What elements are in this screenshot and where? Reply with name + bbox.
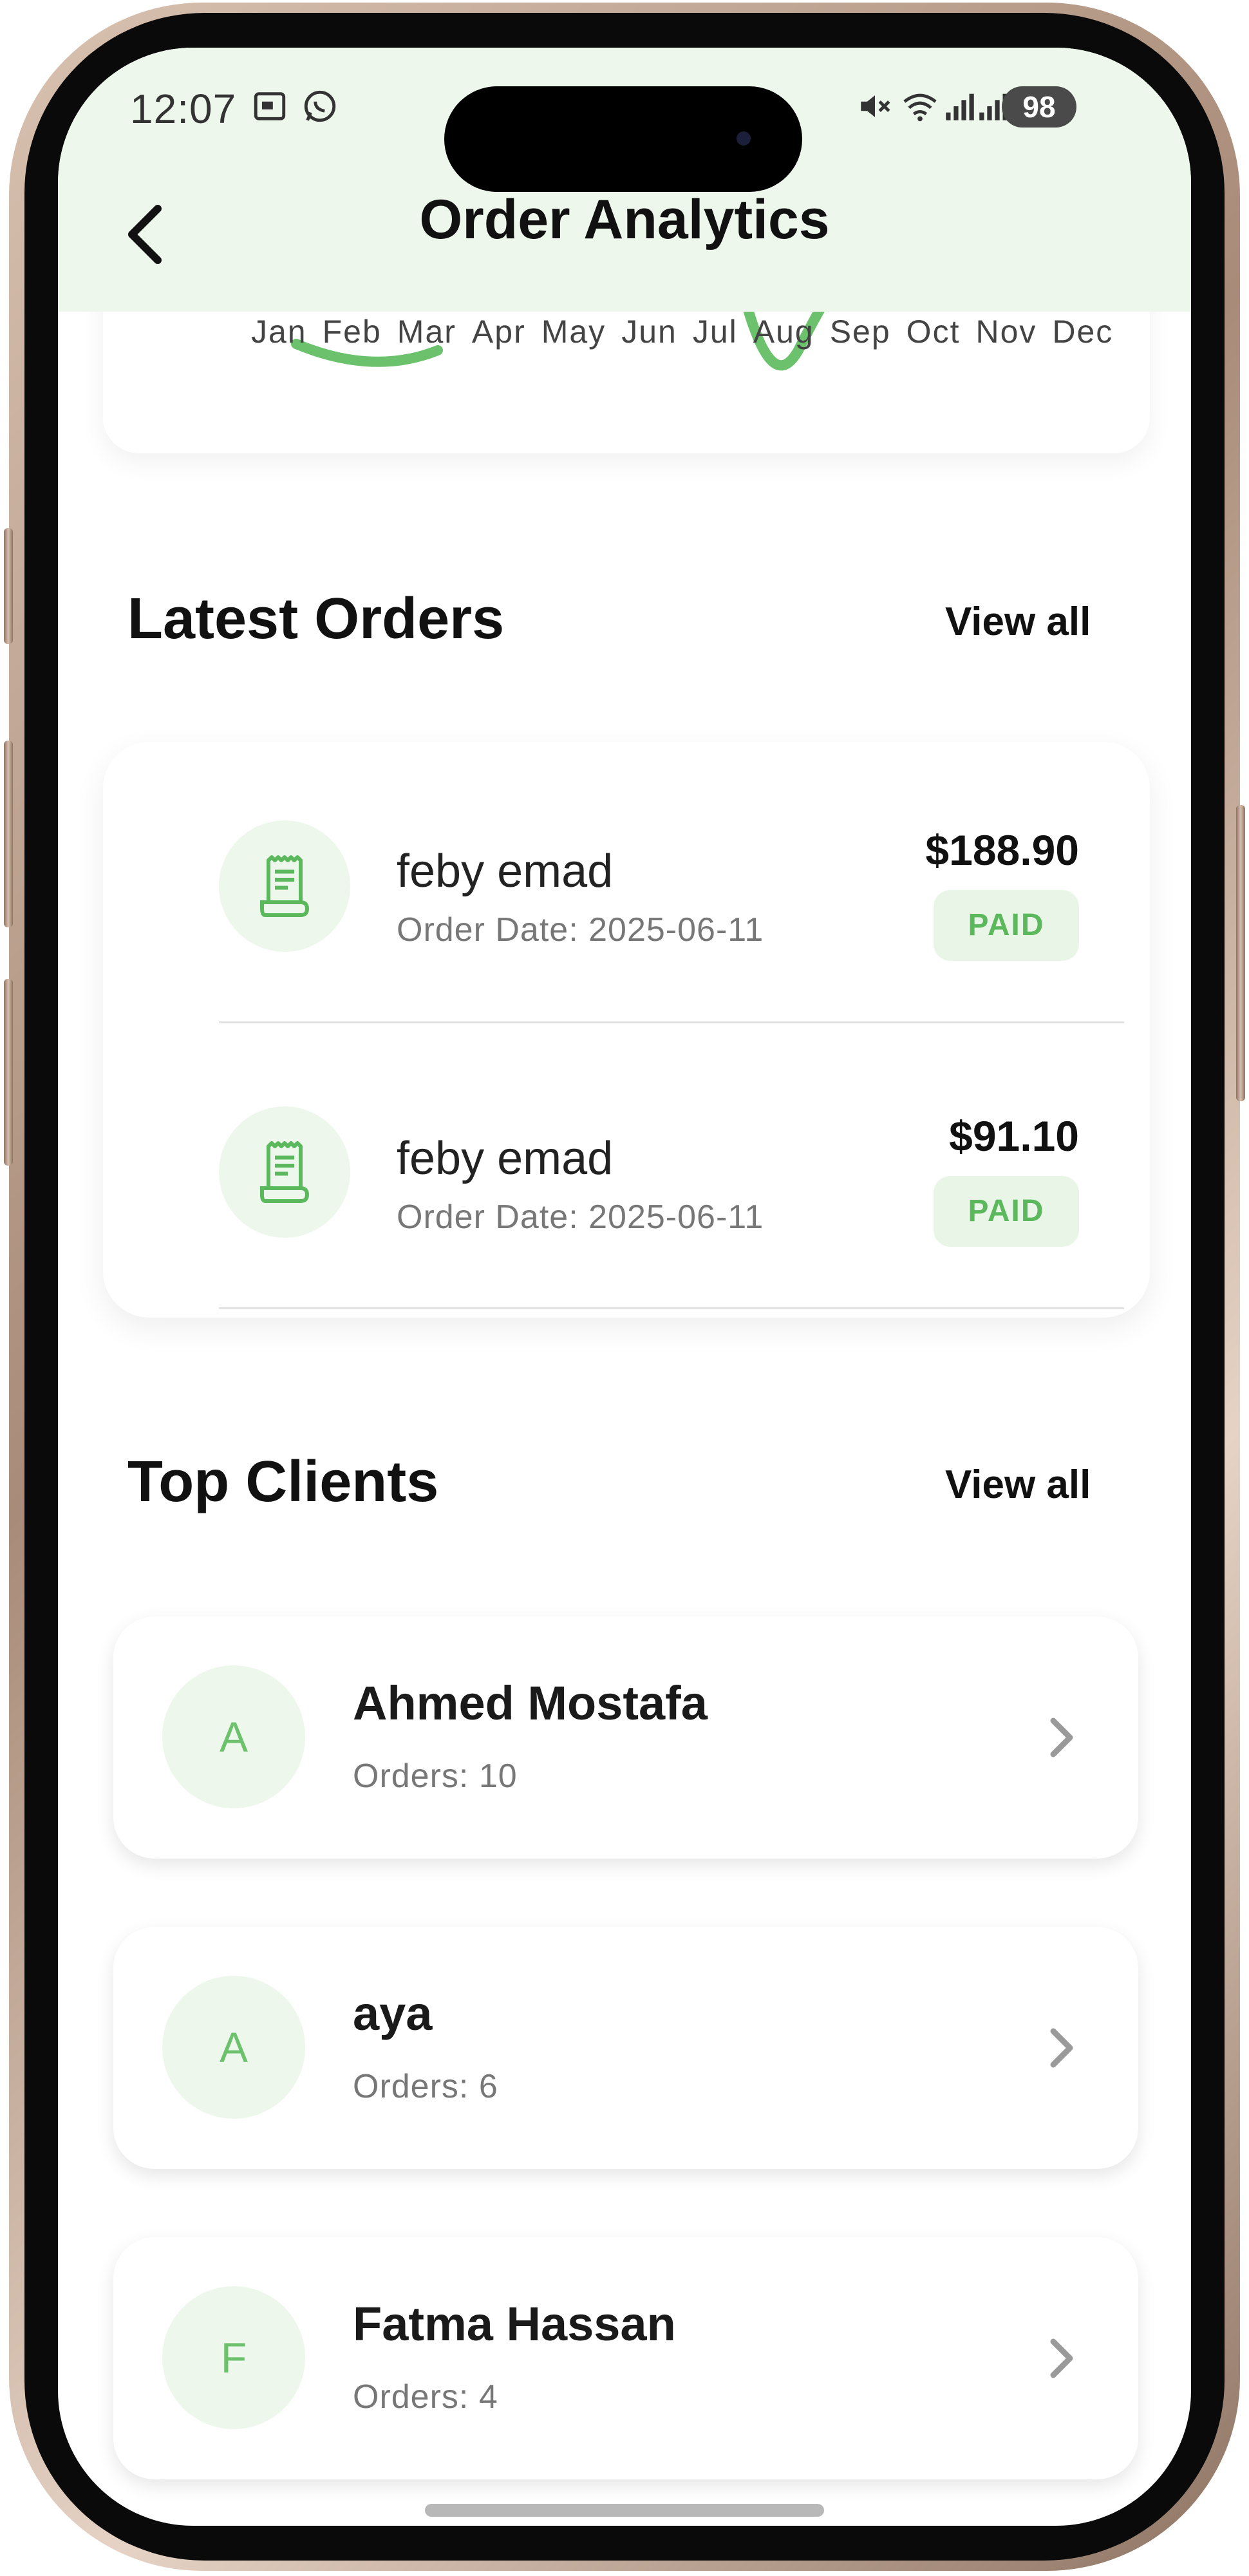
app-screen: Jan Feb Mar Apr May Jun Jul Aug Sep Oct …	[58, 48, 1191, 2526]
whatsapp-icon	[304, 90, 336, 122]
client-order-count: Orders: 6	[353, 2068, 498, 2105]
month-label: Aug	[753, 314, 814, 350]
order-customer-name: feby emad	[397, 846, 614, 897]
month-label: Sep	[829, 314, 891, 350]
divider	[219, 1307, 1124, 1309]
order-date: Order Date: 2025-06-11	[397, 911, 764, 949]
avatar: A	[162, 1665, 305, 1808]
status-badge: PAID	[934, 890, 1079, 961]
latest-orders-view-all-link[interactable]: View all	[945, 599, 1091, 645]
client-order-count: Orders: 10	[353, 1757, 518, 1795]
camera-dot	[737, 131, 751, 146]
order-row[interactable]: feby emad Order Date: 2025-06-11 $91.10 …	[103, 1029, 1150, 1312]
power-button	[1236, 805, 1245, 1101]
order-amount: $188.90	[925, 826, 1079, 874]
month-label: Apr	[471, 314, 526, 350]
client-card[interactable]: F Fatma Hassan Orders: 4	[113, 2237, 1138, 2479]
client-name: Fatma Hassan	[353, 2297, 676, 2351]
chart-x-axis-labels: Jan Feb Mar Apr May Jun Jul Aug Sep Oct …	[251, 313, 1129, 350]
client-card[interactable]: A Ahmed Mostafa Orders: 10	[113, 1616, 1138, 1859]
client-name: Ahmed Mostafa	[353, 1676, 708, 1730]
avatar: A	[162, 1976, 305, 2119]
latest-orders-heading: Latest Orders	[127, 587, 505, 651]
client-name: aya	[353, 1987, 433, 2040]
dynamic-island	[444, 86, 802, 192]
divider	[219, 1021, 1124, 1023]
avatar: F	[162, 2286, 305, 2429]
client-order-count: Orders: 4	[353, 2378, 498, 2416]
top-clients-view-all-link[interactable]: View all	[945, 1462, 1091, 1508]
top-clients-heading: Top Clients	[127, 1450, 439, 1514]
page-title: Order Analytics	[419, 189, 830, 251]
month-label: Dec	[1052, 314, 1114, 350]
month-label: Jun	[621, 314, 677, 350]
order-amount: $91.10	[949, 1112, 1079, 1160]
month-label: Feb	[322, 314, 382, 350]
latest-orders-card: feby emad Order Date: 2025-06-11 $188.90…	[103, 742, 1150, 1318]
volume-down-button	[4, 979, 13, 1166]
signal-icon	[946, 93, 974, 120]
order-row[interactable]: feby emad Order Date: 2025-06-11 $188.90…	[103, 742, 1150, 1025]
chevron-right-icon	[1050, 2338, 1073, 2378]
home-indicator[interactable]	[425, 2504, 824, 2517]
receipt-icon	[260, 855, 310, 917]
chevron-right-icon	[1050, 1718, 1073, 1757]
volume-up-button	[4, 741, 13, 927]
month-label: Jan	[251, 314, 307, 350]
screenshot-icon	[254, 92, 286, 120]
month-label: Jul	[692, 314, 738, 350]
app-header: 12:07 98 Order Analytics	[58, 48, 1191, 312]
chevron-right-icon	[1050, 2028, 1073, 2068]
wifi-icon	[903, 93, 937, 122]
order-icon-bg	[219, 1106, 350, 1238]
month-label: May	[541, 314, 606, 350]
month-label: Mar	[397, 314, 456, 350]
receipt-icon	[260, 1141, 310, 1203]
order-customer-name: feby emad	[397, 1133, 614, 1184]
action-button	[4, 528, 13, 644]
order-icon-bg	[219, 820, 350, 952]
status-badge: PAID	[934, 1176, 1079, 1247]
order-date: Order Date: 2025-06-11	[397, 1198, 764, 1236]
month-label: Oct	[906, 314, 961, 350]
month-label: Nov	[975, 314, 1037, 350]
client-card[interactable]: A aya Orders: 6	[113, 1927, 1138, 2169]
mute-icon	[861, 95, 890, 117]
battery-indicator: 98	[1002, 86, 1076, 128]
status-time: 12:07	[130, 86, 237, 132]
